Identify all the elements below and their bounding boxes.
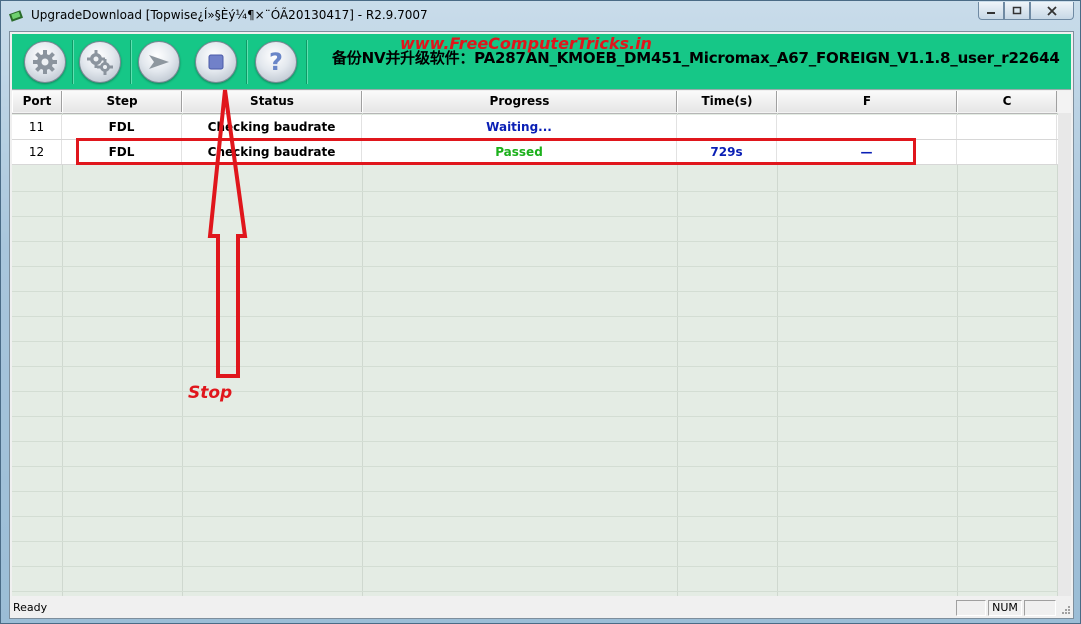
grid-line bbox=[12, 541, 1058, 542]
annotation-arrow-icon bbox=[207, 89, 248, 378]
grid-line bbox=[62, 113, 63, 596]
grid-line bbox=[12, 591, 1058, 592]
column-header-progress[interactable]: Progress bbox=[362, 91, 677, 112]
start-button[interactable] bbox=[138, 41, 180, 83]
grid-line bbox=[12, 491, 1058, 492]
vertical-scroll-area[interactable] bbox=[1058, 113, 1071, 596]
stop-icon bbox=[208, 54, 224, 70]
toolbar-separator bbox=[306, 40, 308, 84]
play-arrow-icon bbox=[149, 55, 169, 69]
table-header: Port Step Status Progress Time(s) F C bbox=[12, 91, 1071, 114]
toolbar-separator bbox=[72, 40, 74, 84]
minimize-icon bbox=[987, 11, 995, 14]
grid-line bbox=[12, 216, 1058, 217]
column-header-port[interactable]: Port bbox=[12, 91, 62, 112]
grid-line bbox=[12, 366, 1058, 367]
minimize-button[interactable] bbox=[978, 2, 1004, 20]
grid-line bbox=[12, 566, 1058, 567]
num-lock-indicator: NUM bbox=[988, 600, 1022, 616]
grid-line bbox=[677, 113, 678, 596]
gears-icon bbox=[87, 50, 113, 75]
column-header-step[interactable]: Step bbox=[62, 91, 182, 112]
window-controls bbox=[978, 2, 1074, 21]
app-icon bbox=[9, 10, 24, 22]
status-bar: Ready NUM bbox=[12, 599, 1071, 617]
table-row[interactable]: 11 FDL Checking baudrate Waiting... bbox=[12, 115, 1058, 140]
grid-line bbox=[12, 241, 1058, 242]
svg-text:?: ? bbox=[269, 49, 283, 75]
cell-c bbox=[957, 140, 1057, 164]
close-button[interactable] bbox=[1030, 2, 1074, 20]
status-pane bbox=[956, 600, 986, 616]
port-list: Port Step Status Progress Time(s) F C 11… bbox=[12, 91, 1071, 596]
close-icon bbox=[1047, 5, 1057, 16]
column-header-f[interactable]: F bbox=[777, 91, 957, 112]
maximize-icon bbox=[1012, 6, 1022, 14]
question-icon: ? bbox=[269, 49, 283, 75]
grid-line bbox=[957, 113, 958, 596]
toolbar-separator bbox=[246, 40, 248, 84]
column-header-c[interactable]: C bbox=[957, 91, 1057, 112]
grid-line bbox=[12, 316, 1058, 317]
cell-step: FDL bbox=[62, 115, 182, 139]
cell-port: 11 bbox=[12, 115, 62, 139]
cell-port: 12 bbox=[12, 140, 62, 164]
grid-line bbox=[12, 441, 1058, 442]
client-area: ? 备份NV并升级软件：PA287AN_KMOEB_DM451_Micromax… bbox=[9, 31, 1074, 619]
annotation-label: Stop bbox=[188, 383, 233, 403]
help-button[interactable]: ? bbox=[255, 41, 297, 83]
cell-progress: Waiting... bbox=[362, 115, 677, 139]
grid-line bbox=[12, 466, 1058, 467]
cell-c bbox=[957, 115, 1057, 139]
toolbar-separator bbox=[130, 40, 132, 84]
grid-line bbox=[12, 416, 1058, 417]
cell-time bbox=[677, 115, 777, 139]
grid-line bbox=[12, 391, 1058, 392]
watermark-text: www.FreeComputerTricks.in bbox=[400, 34, 652, 53]
resize-grip-icon[interactable] bbox=[1059, 603, 1071, 615]
window-title: UpgradeDownload [Topwise¿Í»§Èý¼¶×¨ÓÃ2013… bbox=[31, 8, 428, 22]
grid-line bbox=[12, 341, 1058, 342]
grid-line bbox=[12, 266, 1058, 267]
grid-line bbox=[12, 516, 1058, 517]
maximize-button[interactable] bbox=[1004, 2, 1030, 20]
column-header-time[interactable]: Time(s) bbox=[677, 91, 777, 112]
app-window: UpgradeDownload [Topwise¿Í»§Èý¼¶×¨ÓÃ2013… bbox=[0, 0, 1081, 624]
settings-button[interactable] bbox=[24, 41, 66, 83]
cell-f bbox=[777, 115, 957, 139]
status-text: Ready bbox=[13, 601, 48, 614]
grid-line bbox=[777, 113, 778, 596]
grid-line bbox=[182, 113, 183, 596]
stop-button[interactable] bbox=[195, 41, 237, 83]
status-pane bbox=[1024, 600, 1056, 616]
grid-line bbox=[12, 191, 1058, 192]
grid-line bbox=[12, 291, 1058, 292]
advanced-settings-button[interactable] bbox=[79, 41, 121, 83]
title-bar[interactable]: UpgradeDownload [Topwise¿Í»§Èý¼¶×¨ÓÃ2013… bbox=[1, 1, 1080, 29]
grid-line bbox=[362, 113, 363, 596]
gear-icon bbox=[33, 50, 57, 74]
